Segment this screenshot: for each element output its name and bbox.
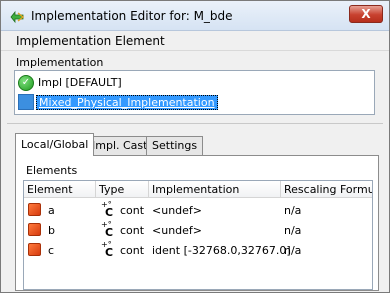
- element-type: cont: [120, 244, 145, 257]
- column-header-element[interactable]: Element: [27, 183, 73, 196]
- close-button[interactable]: X: [349, 5, 383, 23]
- menu-bar: Implementation Element: [1, 31, 389, 51]
- implementation-list: ✓ Impl [DEFAULT] Mixed_Physical_Implemen…: [14, 70, 375, 115]
- tab-panel-local-global: Elements Element Type Implementation Res…: [15, 155, 379, 291]
- element-icon: [28, 203, 41, 216]
- element-implementation: <undef>: [152, 204, 202, 217]
- menu-element[interactable]: Element: [115, 34, 165, 48]
- elements-label: Elements: [26, 164, 78, 177]
- svg-text:C: C: [105, 226, 113, 238]
- continuous-type-icon: +° C: [101, 240, 113, 258]
- table-header: Element Type Implementation Rescaling Fo…: [24, 181, 372, 198]
- element-implementation: <undef>: [152, 224, 202, 237]
- tab-settings[interactable]: Settings: [146, 136, 204, 155]
- window-title: Implementation Editor for: M_bde: [31, 9, 233, 23]
- menu-implementation[interactable]: Implementation: [16, 34, 111, 48]
- column-divider[interactable]: [280, 181, 281, 198]
- column-divider[interactable]: [148, 181, 149, 198]
- implementation-item-mixed-physical[interactable]: Mixed_Physical_Implementation: [18, 93, 358, 111]
- column-header-implementation[interactable]: Implementation: [152, 183, 239, 196]
- implementation-section-label: Implementation: [16, 56, 104, 69]
- column-header-rescaling-formula[interactable]: Rescaling Formula: [284, 183, 372, 196]
- table-row[interactable]: b +° C cont <undef> n/a: [24, 220, 372, 241]
- column-header-type[interactable]: Type: [99, 183, 124, 196]
- svg-text:C: C: [105, 206, 113, 218]
- element-rescaling: n/a: [284, 224, 302, 237]
- implementation-editor-window: Implementation Editor for: M_bde X Imple…: [0, 0, 390, 293]
- element-implementation: ident [-32768.0,32767.0]: [152, 244, 291, 257]
- table-row[interactable]: a +° C cont <undef> n/a: [24, 200, 372, 221]
- element-name: a: [48, 204, 55, 217]
- table-row[interactable]: c +° C cont ident [-32768.0,32767.0] n/a: [24, 240, 372, 261]
- continuous-type-icon: +° C: [101, 220, 113, 238]
- divider: [7, 123, 383, 124]
- implementation-item-default[interactable]: ✓ Impl [DEFAULT]: [18, 74, 358, 92]
- element-icon: [28, 243, 41, 256]
- app-icon: [10, 10, 25, 24]
- element-icon: [28, 223, 41, 236]
- column-divider[interactable]: [95, 181, 96, 198]
- blue-square-icon: [18, 94, 34, 110]
- element-type: cont: [120, 224, 145, 237]
- svg-text:C: C: [105, 246, 113, 258]
- element-name: c: [48, 244, 55, 257]
- title-bar[interactable]: Implementation Editor for: M_bde X: [1, 1, 389, 31]
- tab-impl-cast[interactable]: Impl. Cast: [86, 136, 154, 155]
- element-rescaling: n/a: [284, 244, 302, 257]
- continuous-type-icon: +° C: [101, 200, 113, 218]
- implementation-item-label: Mixed_Physical_Implementation: [36, 95, 218, 110]
- element-name: b: [48, 224, 55, 237]
- implementation-item-label: Impl [DEFAULT]: [38, 76, 122, 89]
- green-check-icon: ✓: [18, 75, 34, 91]
- elements-table: Element Type Implementation Rescaling Fo…: [23, 180, 373, 290]
- element-type: cont: [120, 204, 145, 217]
- element-rescaling: n/a: [284, 204, 302, 217]
- tab-local-global[interactable]: Local/Global: [15, 133, 95, 156]
